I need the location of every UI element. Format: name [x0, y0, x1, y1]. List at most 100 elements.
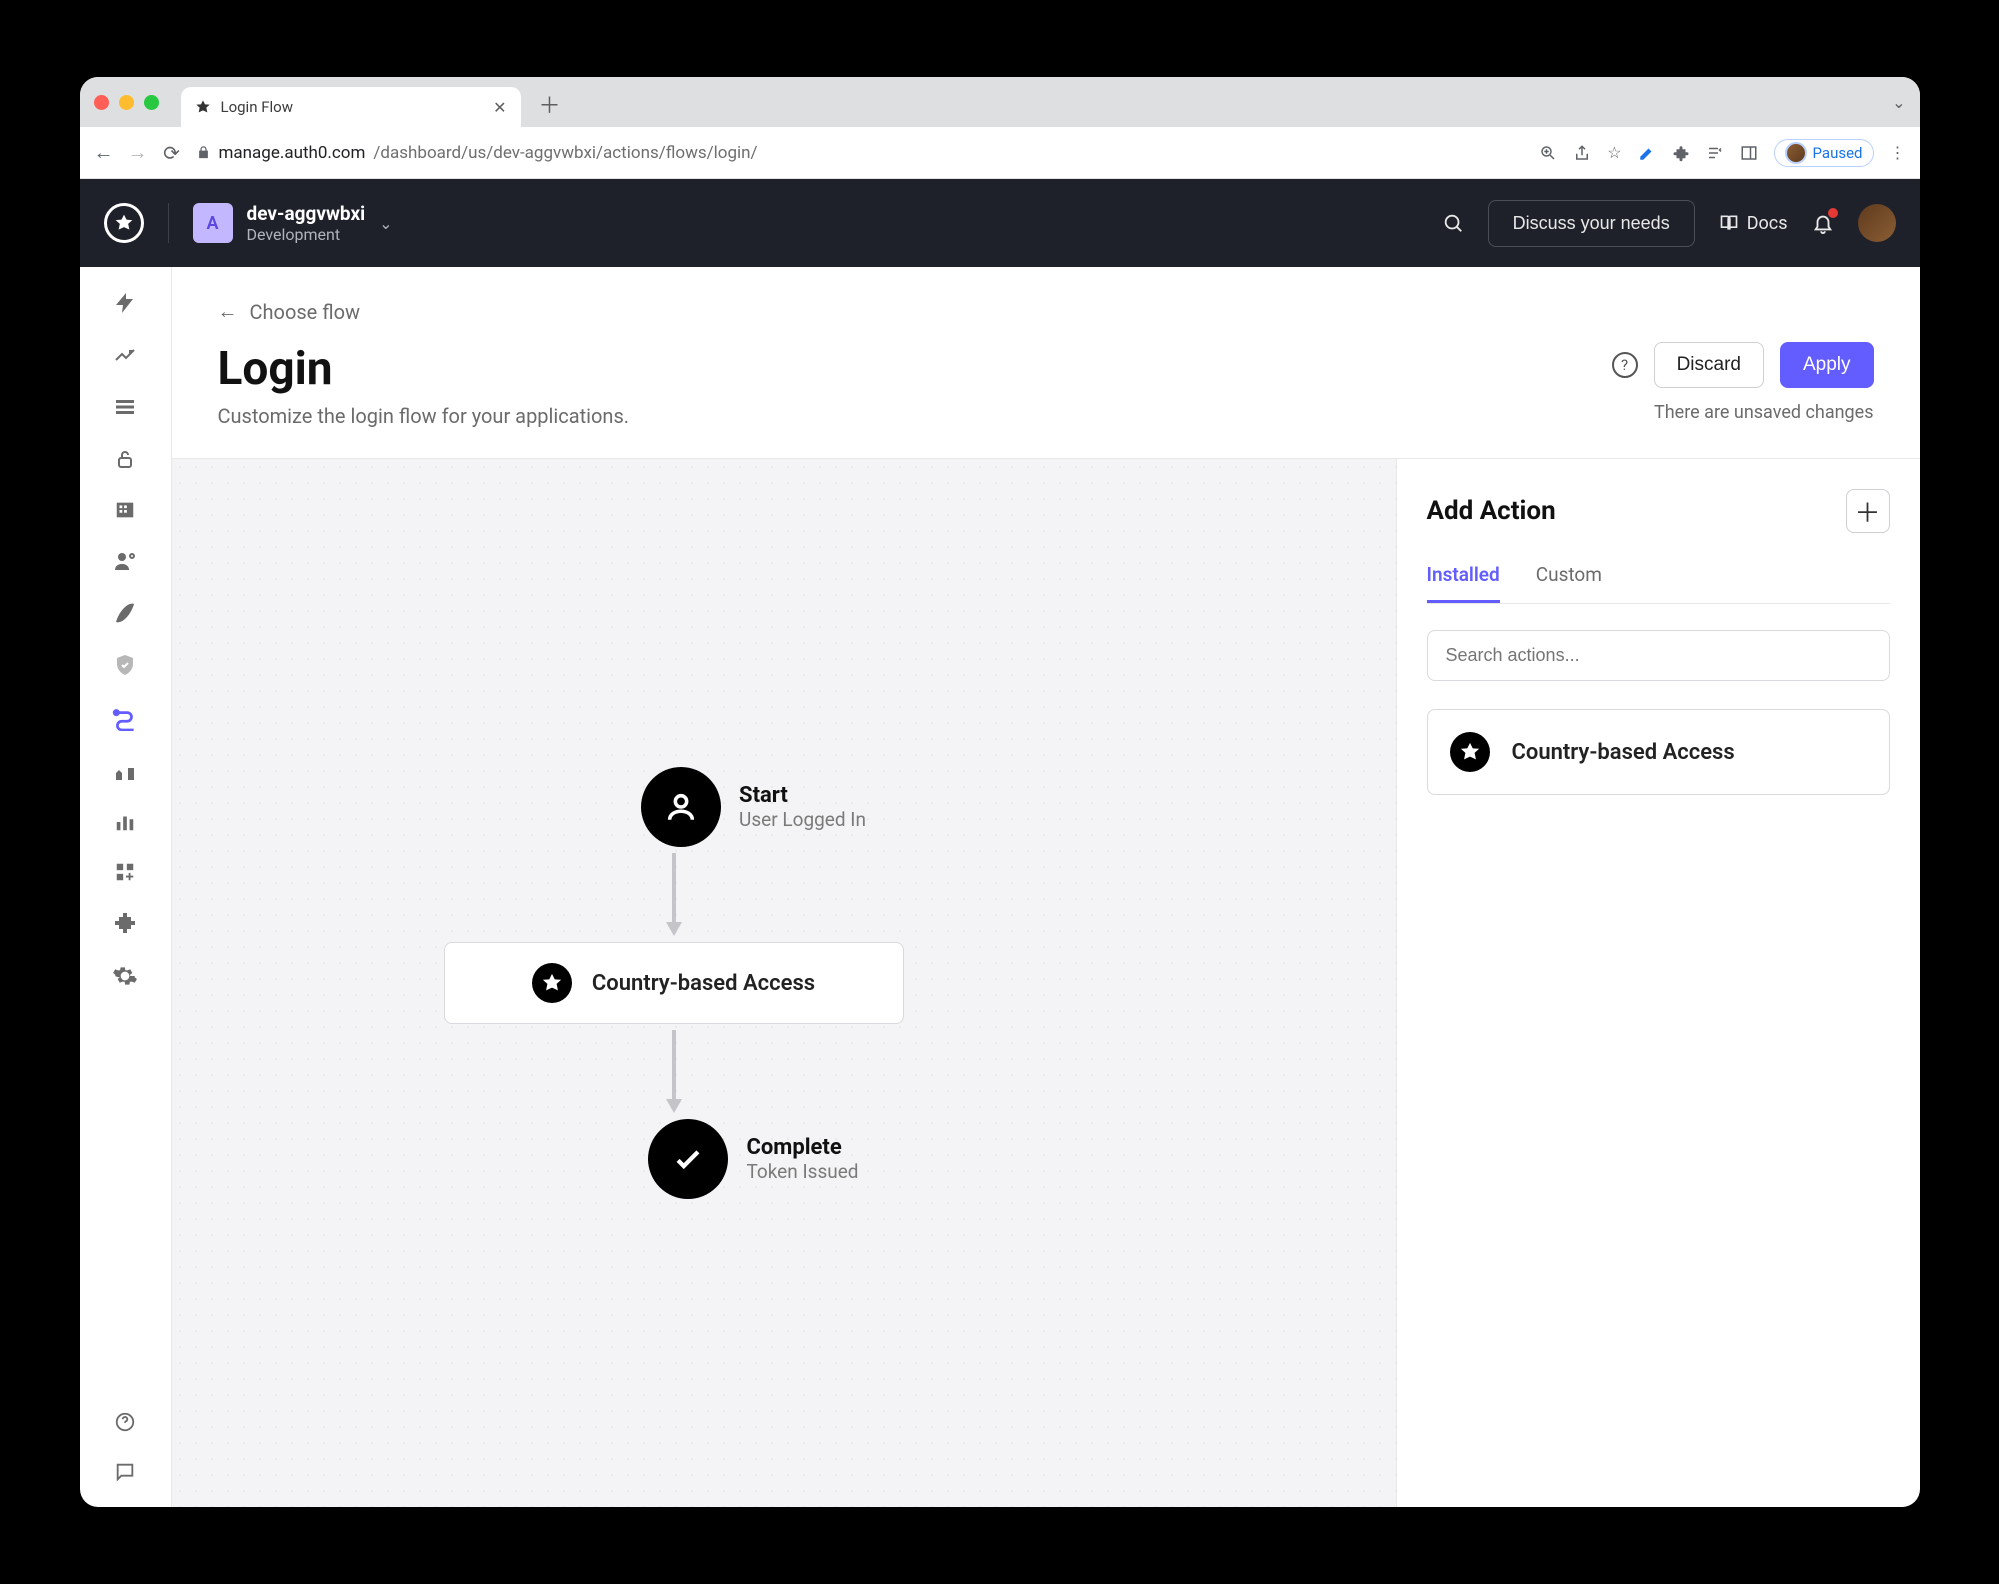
lock-icon: [196, 145, 211, 160]
flow-connector: [666, 1030, 682, 1113]
browser-window: Login Flow ✕ ＋ ⌄ ← → ⟳ manage.auth0.com/…: [80, 77, 1920, 1507]
page-subtitle: Customize the login flow for your applic…: [218, 404, 630, 428]
nav-auth-pipeline-icon[interactable]: [110, 759, 140, 783]
notification-badge-icon: [1828, 208, 1838, 218]
reading-list-icon[interactable]: [1706, 144, 1724, 162]
urlbar-actions: ☆ Paused ⋮: [1539, 139, 1905, 167]
auth0-favicon-icon: [195, 99, 211, 115]
pen-icon[interactable]: [1638, 144, 1656, 162]
nav-monitoring-icon[interactable]: [110, 811, 140, 833]
tabs-overflow-icon[interactable]: ⌄: [1892, 93, 1905, 112]
sidepanel-icon[interactable]: [1740, 144, 1758, 162]
flow-start-node: Start User Logged In: [641, 767, 866, 847]
action-shield-icon: [532, 963, 572, 1003]
nav-extensions-icon[interactable]: [110, 911, 140, 935]
unsaved-changes-label: There are unsaved changes: [1654, 402, 1873, 423]
divider: [168, 203, 169, 243]
tab-title: Login Flow: [221, 98, 293, 116]
flow-connector: [666, 853, 682, 936]
start-subtitle: User Logged In: [739, 808, 866, 831]
page-header: ← Choose flow Login Customize the login …: [172, 267, 1920, 458]
user-avatar[interactable]: [1858, 204, 1896, 242]
search-icon[interactable]: [1442, 212, 1464, 234]
side-nav: [80, 267, 172, 1507]
page-title: Login: [218, 342, 630, 396]
app-header: A dev-aggvwbxi Development ⌄ Discuss you…: [80, 179, 1920, 267]
book-icon: [1719, 213, 1739, 233]
nav-activity-icon[interactable]: [110, 343, 140, 367]
docs-link[interactable]: Docs: [1719, 213, 1788, 234]
start-title: Start: [739, 783, 866, 808]
profile-status: Paused: [1813, 144, 1863, 162]
breadcrumb-label: Choose flow: [250, 300, 361, 324]
nav-reload-icon[interactable]: ⟳: [162, 141, 182, 165]
apply-button[interactable]: Apply: [1780, 342, 1874, 388]
tenant-name: dev-aggvwbxi: [247, 202, 366, 225]
nav-settings-icon[interactable]: [110, 963, 140, 989]
extensions-icon[interactable]: [1672, 144, 1690, 162]
bookmark-icon[interactable]: ☆: [1607, 143, 1621, 162]
check-icon: [648, 1119, 728, 1199]
tab-installed[interactable]: Installed: [1427, 563, 1500, 603]
flow-action-label: Country-based Access: [592, 971, 815, 996]
action-card[interactable]: Country-based Access: [1427, 709, 1890, 795]
tenant-badge: A: [193, 203, 233, 243]
flow-canvas[interactable]: Start User Logged In Country-based Acces…: [172, 459, 1396, 1507]
nav-organizations-icon[interactable]: [110, 499, 140, 521]
nav-user-management-icon[interactable]: [110, 549, 140, 573]
browser-tabbar: Login Flow ✕ ＋ ⌄: [80, 77, 1920, 127]
window-close-icon[interactable]: [94, 95, 109, 110]
nav-branding-icon[interactable]: [110, 601, 140, 625]
address-bar[interactable]: manage.auth0.com/dashboard/us/dev-aggvwb…: [196, 143, 1526, 163]
nav-forward-icon: →: [128, 140, 148, 165]
profile-avatar-icon: [1785, 142, 1807, 164]
user-icon: [641, 767, 721, 847]
nav-security-icon[interactable]: [110, 653, 140, 677]
share-icon[interactable]: [1573, 144, 1591, 162]
nav-back-icon[interactable]: ←: [94, 140, 114, 165]
chevron-down-icon: ⌄: [379, 214, 392, 233]
profile-chip[interactable]: Paused: [1774, 139, 1874, 167]
complete-title: Complete: [746, 1135, 858, 1160]
notifications-icon[interactable]: [1812, 212, 1834, 234]
url-path: /dashboard/us/dev-aggvwbxi/actions/flows…: [373, 143, 757, 163]
window-controls: [94, 95, 159, 110]
browser-tab[interactable]: Login Flow ✕: [181, 87, 521, 127]
tab-custom[interactable]: Custom: [1536, 563, 1602, 603]
discard-button[interactable]: Discard: [1654, 342, 1764, 388]
nav-applications-icon[interactable]: [110, 395, 140, 419]
flow-complete-node: Complete Token Issued: [648, 1119, 858, 1199]
browser-urlbar: ← → ⟳ manage.auth0.com/dashboard/us/dev-…: [80, 127, 1920, 179]
nav-help-icon[interactable]: [110, 1411, 140, 1433]
window-max-icon[interactable]: [144, 95, 159, 110]
breadcrumb-back[interactable]: ← Choose flow: [218, 299, 1874, 324]
tenant-env: Development: [247, 225, 366, 244]
action-shield-icon: [1450, 732, 1490, 772]
tab-close-icon[interactable]: ✕: [493, 98, 506, 117]
help-icon[interactable]: ?: [1612, 352, 1638, 378]
nav-marketplace-icon[interactable]: [110, 861, 140, 883]
nav-actions-icon[interactable]: [110, 705, 140, 731]
new-tab-button[interactable]: ＋: [539, 88, 561, 120]
zoom-icon[interactable]: [1539, 144, 1557, 162]
add-action-button[interactable]: ＋: [1846, 489, 1890, 533]
panel-title: Add Action: [1427, 496, 1556, 526]
arrow-left-icon: ←: [218, 299, 238, 324]
docs-label: Docs: [1747, 213, 1788, 234]
flow-action-node[interactable]: Country-based Access: [444, 942, 904, 1024]
discuss-needs-button[interactable]: Discuss your needs: [1488, 200, 1695, 247]
panel-tabs: Installed Custom: [1427, 563, 1890, 604]
nav-feedback-icon[interactable]: [110, 1461, 140, 1483]
plus-icon: ＋: [1854, 493, 1880, 530]
kebab-menu-icon[interactable]: ⋮: [1890, 143, 1906, 162]
url-host: manage.auth0.com: [219, 143, 366, 163]
auth0-logo-icon[interactable]: [104, 203, 144, 243]
tenant-switcher[interactable]: A dev-aggvwbxi Development ⌄: [193, 202, 393, 244]
nav-authentication-icon[interactable]: [110, 447, 140, 471]
search-actions-input[interactable]: [1427, 630, 1890, 681]
nav-getting-started-icon[interactable]: [110, 291, 140, 315]
add-action-panel: Add Action ＋ Installed Custom Country-ba…: [1396, 459, 1920, 1507]
complete-subtitle: Token Issued: [746, 1160, 858, 1183]
window-min-icon[interactable]: [119, 95, 134, 110]
action-card-label: Country-based Access: [1512, 740, 1735, 765]
